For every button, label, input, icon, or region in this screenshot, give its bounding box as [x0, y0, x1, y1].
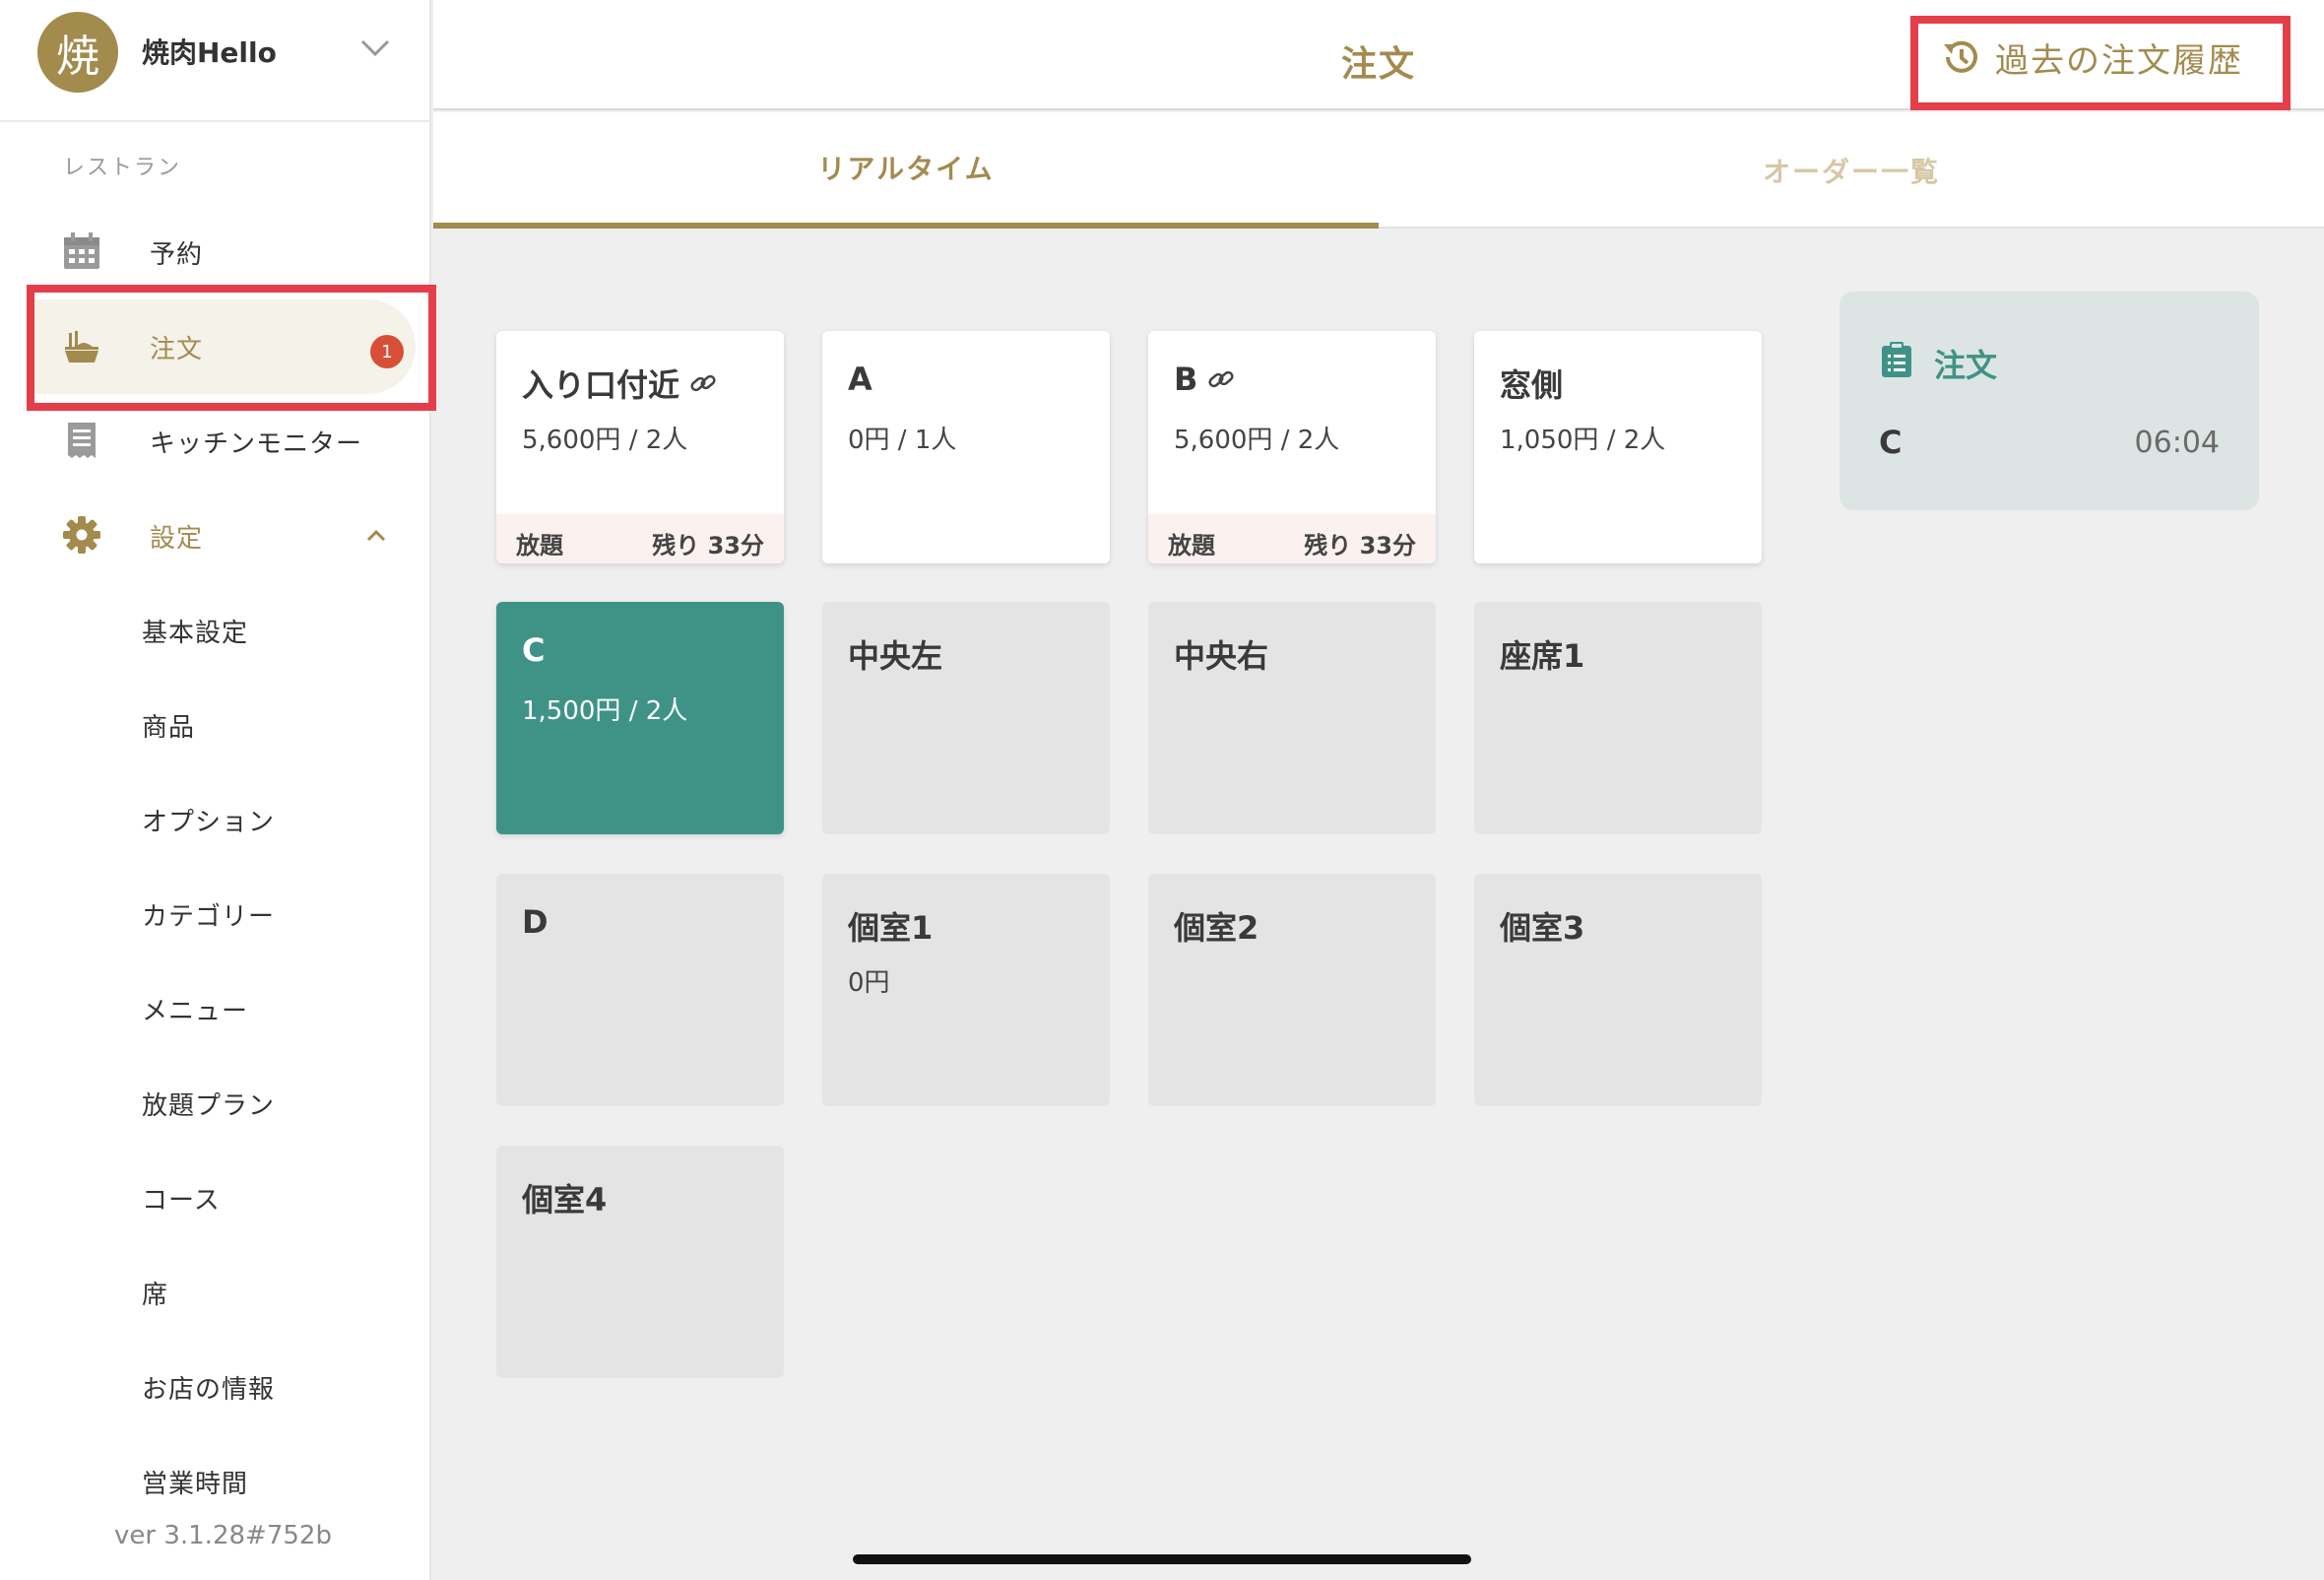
table-card[interactable]: B 5,600円 / 2人 放題 残り 33分 [1148, 331, 1436, 563]
table-info: 5,600円 / 2人 [1174, 426, 1340, 455]
settings-item-business-hours[interactable]: 営業時間 [142, 1464, 248, 1500]
table-card[interactable]: 個室1 0円 [822, 874, 1110, 1106]
remaining-time: 残り 33分 [1304, 532, 1416, 560]
table-info: 0円 / 1人 [848, 426, 957, 455]
settings-item-course[interactable]: コース [142, 1180, 221, 1217]
order-panel-title: 注文 [1934, 347, 1998, 384]
table-name: 個室4 [522, 1181, 608, 1218]
order-history-button[interactable]: 過去の注文履歴 [1930, 26, 2265, 89]
app-root: 焼 焼肉Hello レストラン 予約 注文 1 キッチンモニター 設定 基本設定… [0, 0, 2324, 1580]
notification-badge: 1 [370, 335, 404, 368]
order-history-label: 過去の注文履歴 [1995, 40, 2243, 81]
table-name: 個室2 [1174, 909, 1259, 947]
table-card[interactable]: 個室4 [496, 1146, 784, 1378]
sidebar-item-settings[interactable]: 設定 [28, 489, 416, 583]
sidebar-item-label: 予約 [150, 240, 204, 270]
table-name: D [522, 903, 549, 941]
table-card[interactable]: 中央左 [822, 602, 1110, 834]
gear-icon [63, 516, 100, 554]
sidebar-item-order[interactable]: 注文 1 [28, 299, 416, 394]
table-name: 座席1 [1500, 637, 1585, 675]
remaining-time: 残り 33分 [652, 532, 764, 560]
settings-item-category[interactable]: カテゴリー [142, 896, 275, 933]
table-name: 中央右 [1174, 637, 1269, 675]
calendar-icon [64, 232, 99, 269]
settings-item-products[interactable]: 商品 [142, 707, 195, 744]
settings-item-all-you-can-plan[interactable]: 放題プラン [142, 1086, 275, 1122]
plan-label: 放題 [1168, 532, 1215, 560]
chevron-down-icon[interactable] [356, 33, 394, 63]
section-label-restaurant: レストラン [63, 156, 182, 180]
sidebar-item-label: 注文 [150, 335, 204, 364]
plan-label: 放題 [516, 532, 563, 560]
chevron-up-icon[interactable] [362, 522, 390, 550]
sidebar-item-label: キッチンモニター [150, 429, 363, 459]
table-info: 1,500円 / 2人 [522, 696, 688, 726]
table-card[interactable]: 中央右 [1148, 602, 1436, 834]
clipboard-list-icon [1882, 342, 1911, 377]
order-table-name: C [1879, 424, 1903, 461]
plan-footer: 放題 残り 33分 [1148, 514, 1436, 563]
table-info: 1,050円 / 2人 [1500, 426, 1666, 455]
tab-realtime[interactable]: リアルタイム [433, 112, 1379, 229]
order-elapsed-time: 06:04 [2134, 426, 2220, 460]
store-logo: 焼 [37, 12, 118, 93]
settings-item-seats[interactable]: 席 [142, 1275, 168, 1311]
settings-item-store-info[interactable]: お店の情報 [142, 1369, 275, 1406]
food-tray-icon [65, 331, 98, 362]
history-icon [1944, 40, 1977, 73]
settings-item-menu[interactable]: メニュー [142, 991, 248, 1027]
table-info: 0円 [848, 968, 890, 998]
app-version: ver 3.1.28#752b [114, 1521, 332, 1550]
plan-footer: 放題 残り 33分 [496, 514, 784, 563]
table-name: 窓側 [1500, 366, 1564, 404]
tab-bar: リアルタイム オーダー一覧 [433, 112, 2324, 229]
receipt-icon [68, 423, 96, 458]
table-card[interactable]: A 0円 / 1人 [822, 331, 1110, 563]
link-icon [1208, 370, 1234, 388]
table-name: C [522, 631, 546, 669]
home-indicator [853, 1554, 1471, 1564]
table-card[interactable]: 個室2 [1148, 874, 1436, 1106]
top-bar: 注文 過去の注文履歴 [433, 0, 2324, 110]
table-info: 5,600円 / 2人 [522, 426, 688, 455]
sidebar-item-label: 設定 [150, 524, 204, 554]
order-row[interactable]: C 06:04 [1879, 424, 2220, 463]
table-card[interactable]: 窓側 1,050円 / 2人 [1474, 331, 1762, 563]
tab-order-list[interactable]: オーダー一覧 [1379, 112, 2324, 229]
table-card[interactable]: 入り口付近 5,600円 / 2人 放題 残り 33分 [496, 331, 784, 563]
link-icon [690, 374, 716, 392]
table-card[interactable]: D [496, 874, 784, 1106]
table-name: A [848, 361, 872, 398]
sidebar: 焼 焼肉Hello レストラン 予約 注文 1 キッチンモニター 設定 基本設定… [0, 0, 431, 1580]
table-card-selected[interactable]: C 1,500円 / 2人 [496, 602, 784, 834]
table-name: B [1174, 361, 1198, 398]
table-card[interactable]: 個室3 [1474, 874, 1762, 1106]
table-name: 中央左 [848, 637, 943, 675]
table-card[interactable]: 座席1 [1474, 602, 1762, 834]
table-name: 個室1 [848, 909, 934, 947]
settings-item-basic[interactable]: 基本設定 [142, 613, 248, 649]
order-panel: 注文 C 06:04 [1840, 292, 2259, 510]
settings-item-options[interactable]: オプション [142, 802, 275, 838]
table-name: 個室3 [1500, 909, 1585, 947]
store-switcher[interactable]: 焼 焼肉Hello [0, 0, 431, 122]
table-name: 入り口付近 [522, 366, 680, 404]
sidebar-item-reservation[interactable]: 予約 [28, 205, 416, 299]
store-name: 焼肉Hello [142, 36, 277, 69]
sidebar-item-kitchen-monitor[interactable]: キッチンモニター [28, 394, 416, 489]
